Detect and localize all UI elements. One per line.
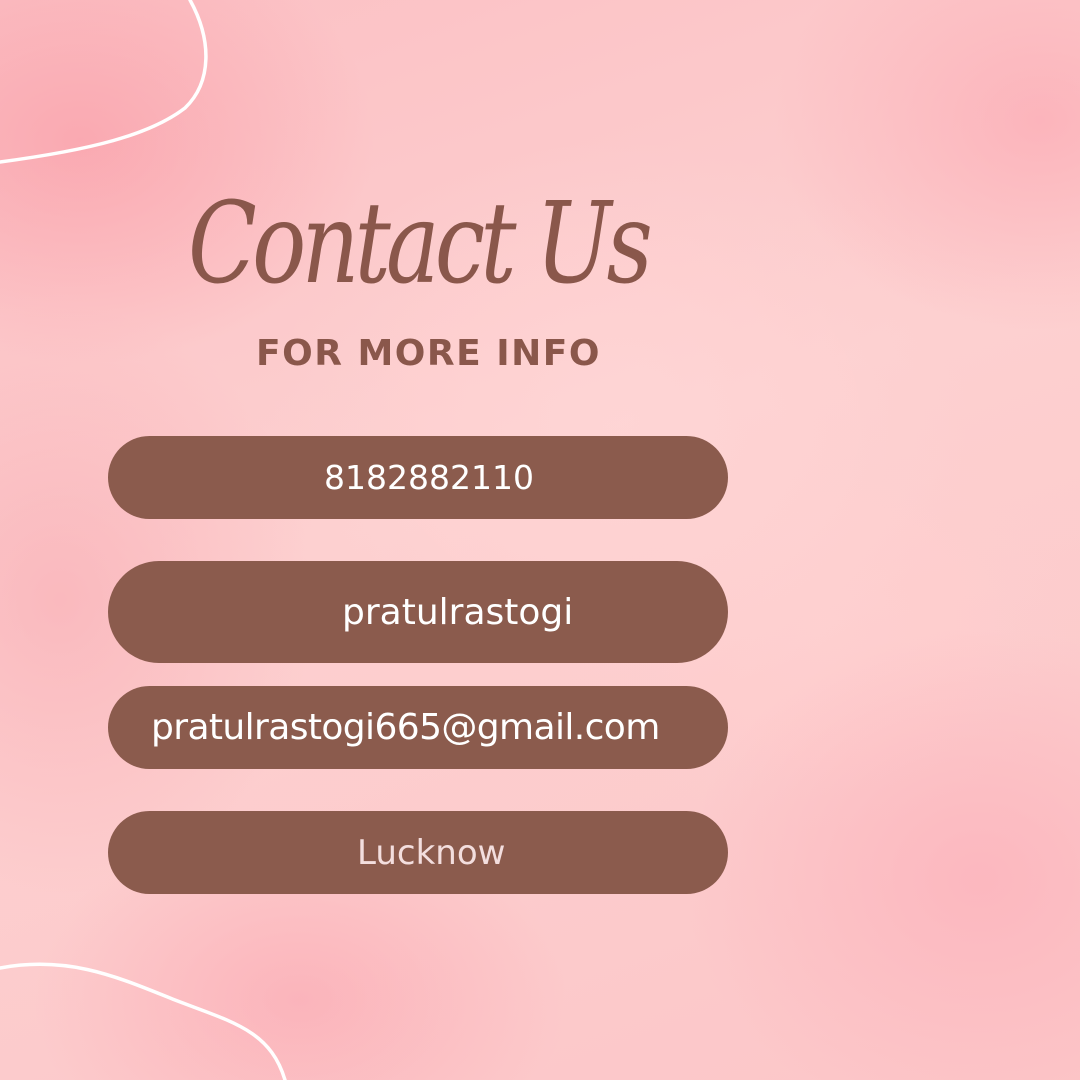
page-title: Contact Us	[180, 178, 680, 308]
email-button[interactable]: pratulrastogi665@gmail.com	[108, 686, 728, 769]
email-address: pratulrastogi665@gmail.com	[151, 707, 660, 748]
subtitle: FOR MORE INFO	[256, 333, 601, 374]
phone-button[interactable]: 8182882110	[108, 436, 728, 519]
bottom-left-curve-line	[0, 962, 287, 1080]
location-button[interactable]: Lucknow	[108, 811, 728, 894]
decorative-curve	[0, 0, 287, 1080]
title-script: Contact Us	[188, 179, 656, 308]
location-name: Lucknow	[357, 832, 506, 873]
username-button[interactable]: pratulrastogi	[108, 561, 728, 663]
title-text: Contact Us	[188, 179, 650, 308]
username: pratulrastogi	[342, 591, 574, 633]
phone-number: 8182882110	[324, 458, 534, 497]
contact-card: Contact Us FOR MORE INFO 8182882110 prat…	[0, 0, 1080, 1080]
top-left-curve-line	[0, 0, 208, 164]
